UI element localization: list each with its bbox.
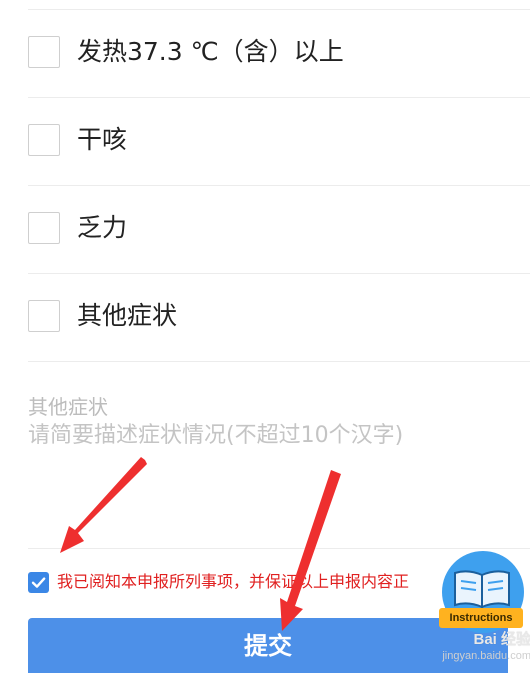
symptom-option-other[interactable]: 其他症状	[0, 274, 530, 362]
symptom-option-fatigue[interactable]: 乏力	[0, 186, 530, 274]
agreement-text: 我已阅知本申报所列事项，并保证以上申报内容正	[57, 572, 410, 591]
fatigue-checkbox[interactable]	[28, 212, 60, 244]
other-symptoms-title: 其他症状	[28, 395, 108, 419]
symptom-option-dry-cough[interactable]: 干咳	[0, 98, 530, 186]
symptom-report-page: 发热37.3 ℃（含）以上 干咳 乏力 其他症状 其他症状 我已阅知本申报所列事…	[0, 0, 530, 673]
watermark-tag: Instructions	[439, 608, 523, 628]
fever-checkbox[interactable]	[28, 36, 60, 68]
baidu-jingyan-watermark: Instructions Bai 经验 jingyan.baidu.com	[437, 551, 530, 671]
symptom-option-fever[interactable]: 发热37.3 ℃（含）以上	[0, 10, 530, 98]
dry-cough-label: 干咳	[77, 125, 128, 154]
watermark-url: jingyan.baidu.com	[442, 650, 530, 662]
other-symptoms-label: 其他症状	[77, 301, 178, 330]
book-icon	[454, 570, 510, 609]
dry-cough-checkbox[interactable]	[28, 124, 60, 156]
agreement-checkbox[interactable]	[28, 572, 49, 593]
divider	[28, 361, 530, 362]
checkmark-icon	[31, 577, 46, 588]
other-symptoms-input[interactable]	[28, 420, 508, 540]
divider	[28, 548, 530, 549]
other-symptoms-checkbox[interactable]	[28, 300, 60, 332]
fatigue-label: 乏力	[77, 213, 128, 242]
fever-label: 发热37.3 ℃（含）以上	[77, 37, 344, 66]
watermark-brand: Bai 经验	[473, 631, 530, 648]
